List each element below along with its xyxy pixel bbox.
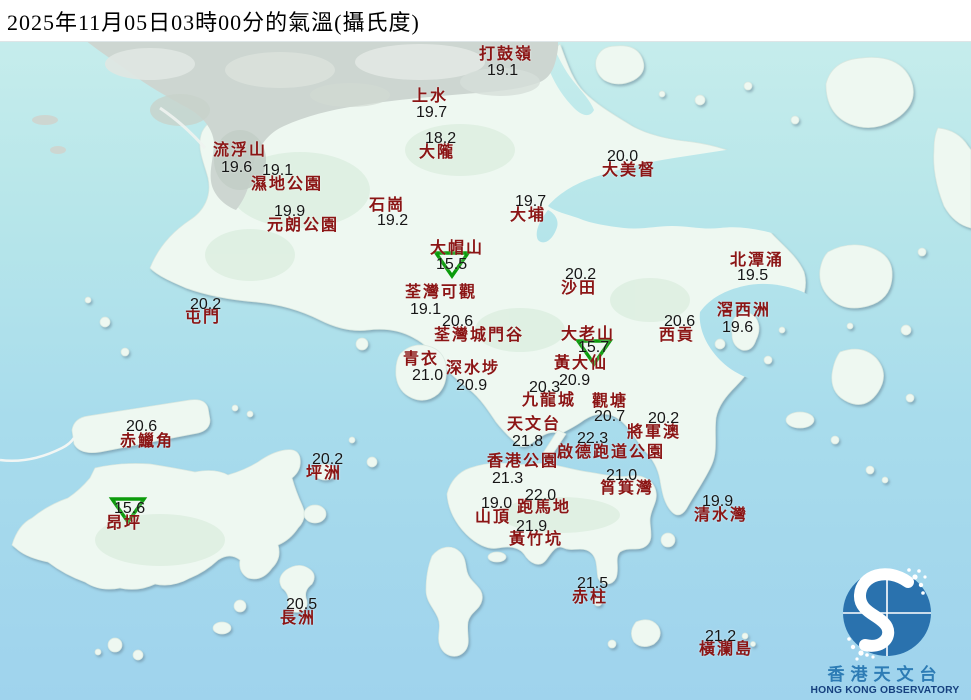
hko-logo: 香港天文台 HONG KONG OBSERVATORY: [805, 565, 965, 698]
land-tsing-yi: [395, 344, 447, 401]
hko-logo-icon: [843, 568, 931, 662]
page-title: 2025年11月05日03時00分的氣溫(攝氏度): [7, 9, 420, 35]
hko-logo-name-en: HONG KONG OBSERVATORY: [810, 685, 960, 697]
hko-logo-name-cn: 香港天文台: [827, 665, 943, 685]
title-bar: 2025年11月05日03時00分的氣溫(攝氏度): [0, 0, 971, 42]
